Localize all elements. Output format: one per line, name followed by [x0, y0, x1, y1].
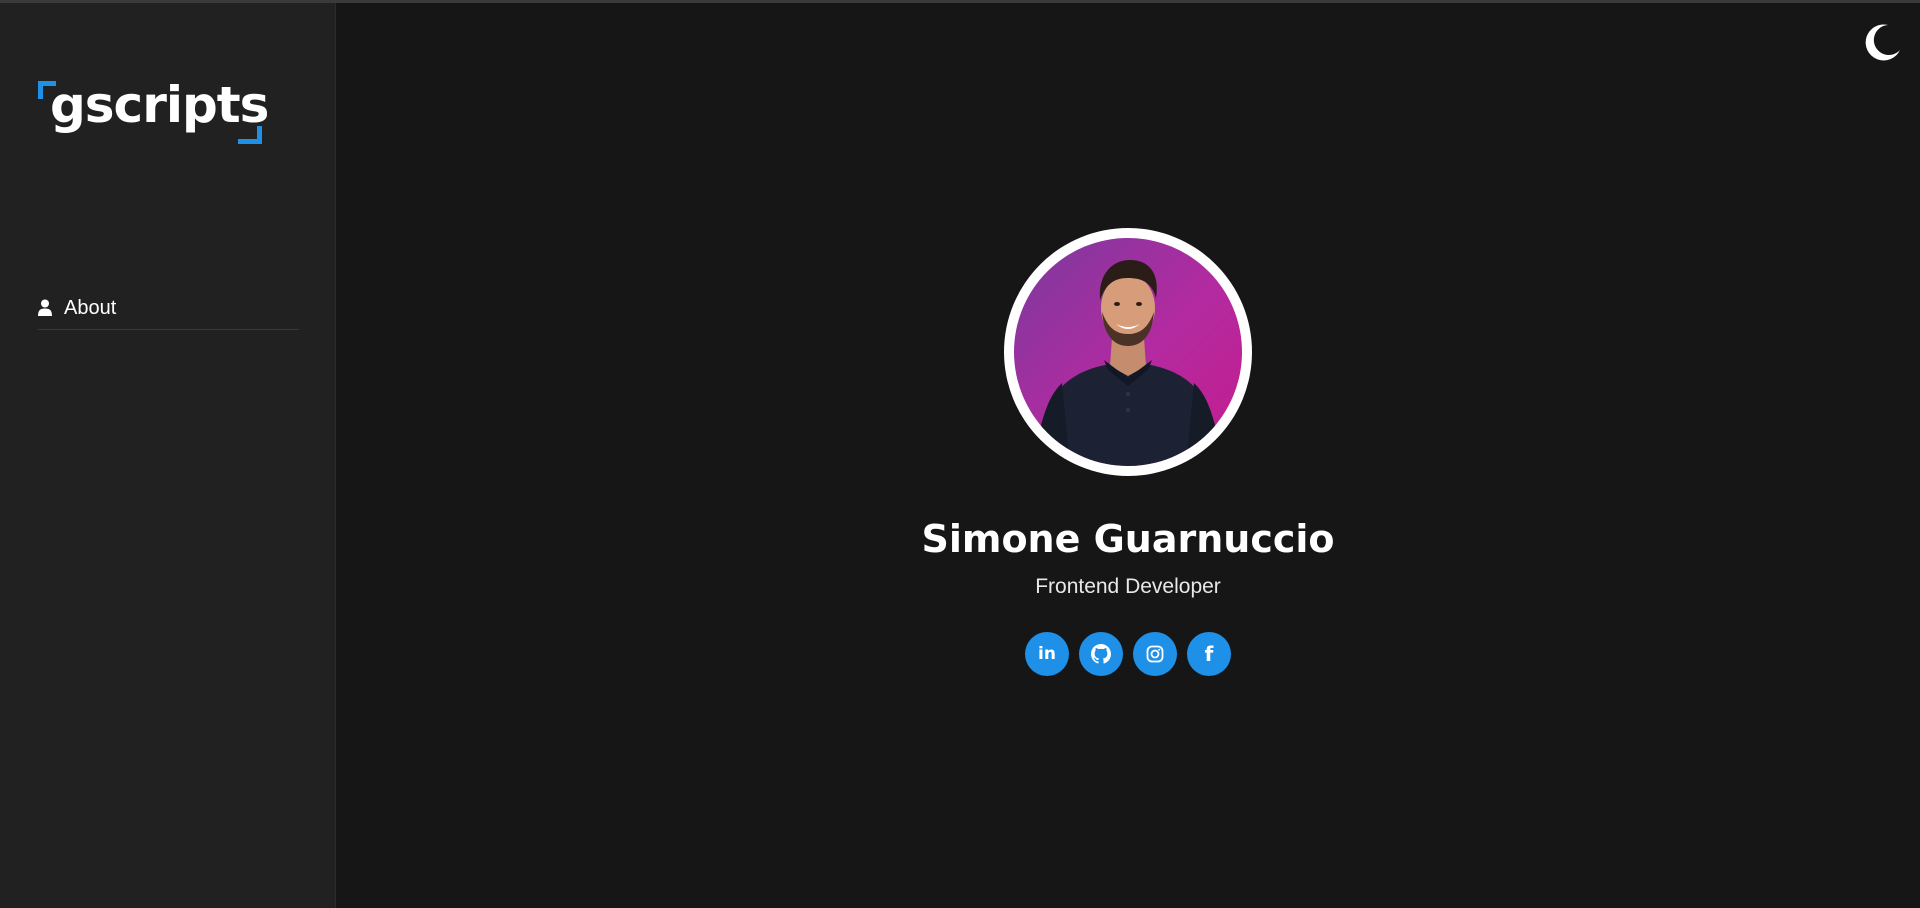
- sidebar: gscripts About: [0, 3, 336, 908]
- sidebar-item-label: About: [64, 296, 117, 319]
- instagram-icon: [1146, 645, 1164, 663]
- logo-text: gscripts: [50, 76, 269, 134]
- github-icon: [1091, 644, 1111, 664]
- avatar: [1004, 228, 1252, 476]
- linkedin-button[interactable]: in: [1025, 632, 1069, 676]
- logo-bracket-right: [238, 126, 262, 144]
- instagram-button[interactable]: [1133, 632, 1177, 676]
- user-icon: [38, 299, 52, 317]
- facebook-icon: f: [1204, 642, 1214, 666]
- facebook-button[interactable]: f: [1187, 632, 1231, 676]
- sidebar-item-about[interactable]: About: [38, 287, 299, 330]
- profile-section: Simone Guarnuccio Frontend Developer in: [336, 0, 1920, 908]
- logo[interactable]: gscripts: [38, 76, 269, 144]
- linkedin-icon: in: [1038, 644, 1056, 664]
- profile-name: Simone Guarnuccio: [921, 517, 1335, 561]
- profile-photo: [1014, 238, 1242, 466]
- sidebar-nav: About: [38, 287, 299, 330]
- social-links: in f: [336, 632, 1920, 676]
- profile-role: Frontend Developer: [1035, 575, 1221, 598]
- github-button[interactable]: [1079, 632, 1123, 676]
